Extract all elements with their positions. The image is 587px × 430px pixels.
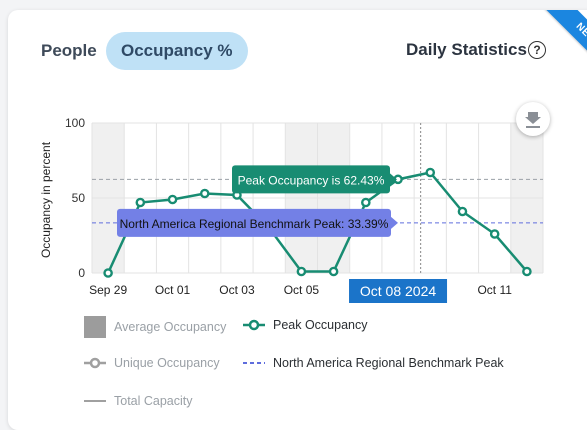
occupancy-chart: 0 50 100 Sep 29 Oct 01 Oct 03 Oct 05 Oct 08 202…	[39, 116, 544, 303]
legend-label: North America Regional Benchmark Peak	[273, 356, 504, 370]
highlighted-date-label: Oct 08 2024	[360, 283, 436, 299]
line-marker-icon	[84, 357, 106, 369]
data-point[interactable]	[361, 197, 371, 208]
data-point[interactable]	[457, 206, 468, 217]
x-tick-label: Oct 05	[284, 283, 320, 297]
data-point[interactable]	[167, 194, 178, 205]
data-point[interactable]	[135, 197, 146, 208]
data-point[interactable]	[296, 266, 307, 277]
legend-label: Peak Occupancy	[273, 318, 368, 332]
x-tick-label: Oct 03	[219, 283, 255, 297]
y-axis-label: Occupancy in percent	[39, 141, 53, 258]
y-tick-label: 0	[78, 266, 85, 280]
legend-box-icon	[84, 316, 106, 338]
data-point[interactable]	[103, 268, 113, 278]
data-point[interactable]	[489, 229, 500, 239]
benchmark-tooltip-arrow	[391, 216, 398, 229]
legend-label: Total Capacity	[114, 394, 193, 408]
legend-total-capacity[interactable]: Total Capacity	[84, 394, 193, 408]
x-tick-label: Oct 11	[477, 283, 512, 297]
legend-label: Average Occupancy	[114, 320, 227, 334]
legend-label: Unique Occupancy	[114, 356, 220, 370]
x-tick-label: Oct 01	[155, 283, 191, 297]
y-tick-label: 50	[72, 191, 86, 205]
data-point[interactable]	[199, 188, 210, 199]
x-tick-label: Sep 29	[89, 283, 127, 297]
dashed-line-icon	[243, 362, 265, 364]
data-point[interactable]	[328, 266, 339, 277]
legend-unique-occupancy[interactable]: Unique Occupancy	[84, 356, 220, 370]
benchmark-tooltip-text: North America Regional Benchmark Peak: 3…	[120, 217, 389, 231]
legend-average-occupancy[interactable]: Average Occupancy	[84, 316, 226, 338]
legend-peak-occupancy[interactable]: Peak Occupancy	[243, 318, 368, 332]
peak-tooltip-text: Peak Occupancy is 62.43%	[238, 173, 385, 187]
legend-benchmark-peak[interactable]: North America Regional Benchmark Peak	[243, 356, 504, 370]
download-button[interactable]	[516, 102, 550, 136]
download-icon	[525, 112, 541, 128]
line-marker-icon	[243, 319, 265, 331]
line-icon	[84, 400, 106, 402]
data-point[interactable]	[425, 167, 436, 178]
data-point[interactable]	[522, 266, 532, 277]
y-tick-label: 100	[65, 116, 85, 130]
